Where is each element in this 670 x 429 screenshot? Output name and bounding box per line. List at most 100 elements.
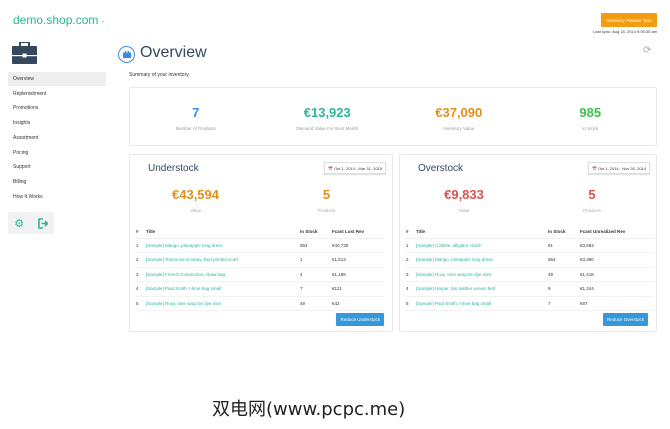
logout-icon[interactable] <box>37 217 48 229</box>
product-link[interactable]: [Sample] Tomorrow is today, Red printed … <box>146 252 300 268</box>
sidebar-item-how-it-works[interactable]: How It Works <box>8 190 106 204</box>
sidebar-icon-bar: ⚙ <box>8 212 54 234</box>
stat-label: Number of Products <box>175 126 216 131</box>
stat-value: €37,090 <box>435 105 483 120</box>
sidebar-item-pricing[interactable]: Pricing <box>8 146 106 160</box>
store-selector[interactable]: demo.shop.com - <box>13 13 104 27</box>
reduce-understock-button[interactable]: Reduce Understock <box>336 313 384 326</box>
table-row: 3 [Sample] Roxy, time warp tie dye mini 49… <box>406 267 654 282</box>
product-link[interactable]: [Sample] Harper, tan leather woven belt <box>416 281 548 297</box>
product-link[interactable]: [Sample] Paul Smith, t-time bag small <box>146 281 300 297</box>
table-cell: 7 <box>300 281 332 297</box>
table-cell: 61 <box>548 238 580 253</box>
products-count: 5 <box>588 187 596 202</box>
column-header: Fcast Lost Rev <box>332 225 384 239</box>
settings-gear-icon[interactable]: ⚙ <box>14 217 24 230</box>
table-cell: €3,390 <box>580 252 654 268</box>
sidebar-item-insights[interactable]: Insights <box>8 116 106 130</box>
table-cell: 7 <box>548 296 580 311</box>
table-row: 5 [Sample] Paul Smith, t-time bag small 7 €… <box>406 296 654 311</box>
sidebar-item-billing[interactable]: Billing <box>8 175 106 189</box>
column-header: In Stock <box>548 225 580 239</box>
table-cell: 4 <box>136 281 146 297</box>
refresh-icon[interactable]: ⟳ <box>643 45 651 56</box>
table-cell: 4 <box>406 281 416 297</box>
table-cell: 1 <box>136 238 146 253</box>
table-cell: 5 <box>136 296 146 311</box>
value-amount: €9,833 <box>444 187 484 202</box>
stat-value: 7 <box>192 105 200 120</box>
table-cell: €3,594 <box>580 238 654 253</box>
brand-name: demo.shop.com <box>13 13 99 27</box>
table-row: 1 [Sample] Collette, alligator clutch 61 €3… <box>406 238 654 253</box>
column-header: Title <box>416 225 548 239</box>
value-label: Value <box>189 208 202 213</box>
table-cell: 5 <box>406 296 416 311</box>
product-link[interactable]: [Sample] Collette, alligator clutch <box>416 238 548 253</box>
sidebar-item-support[interactable]: Support <box>8 160 106 174</box>
summary-stats-card: 7 Number of Products €13,923 Demand Value F… <box>129 87 657 146</box>
table-cell: 2 <box>406 252 416 268</box>
products-label: Products <box>317 208 336 213</box>
column-header: # <box>136 225 146 239</box>
sidebar-item-label: Assortment <box>13 134 39 141</box>
last-sync-text: Last sync: Aug 18, 2014 9:05:35 am <box>593 29 657 34</box>
understock-panel: Understock 📅 Oct 1, 2014 - Mar 31, 2015 €… <box>129 154 393 332</box>
sidebar-item-replenishment[interactable]: Replenishment <box>8 87 106 101</box>
stat-item: 985 In Stock <box>525 88 657 145</box>
table-cell: 9 <box>548 281 580 297</box>
summary-text: Summary of your inventory. <box>129 72 190 78</box>
table-row: 1 [Sample] Mango, pineapple long dress 854… <box>136 238 384 253</box>
sidebar-item-label: Insights <box>13 120 31 127</box>
table-cell: €42 <box>332 296 384 311</box>
stat-value: 985 <box>579 105 602 120</box>
watermark: 双电网(www.pcpc.me) <box>212 399 406 420</box>
date-range-text: Oct 1, 2014 - Nov 30, 2014 <box>597 165 646 171</box>
stat-item: €13,923 Demand Value For Next Month <box>262 88 394 145</box>
table-cell: 49 <box>548 267 580 282</box>
table-row: 2 [Sample] Mango, pineapple long dress 854… <box>406 252 654 268</box>
value-label: Value <box>458 208 470 213</box>
overstock-table: # Title In Stock Fcast Unrealized Rev 1 [Samp… <box>406 225 654 311</box>
table-cell: 1 <box>300 252 332 268</box>
overview-briefcase-icon <box>118 46 135 63</box>
table-row: 4 [Sample] Paul Smith, t-time bag small 7 €… <box>136 281 384 297</box>
sidebar-item-assortment[interactable]: Assortment <box>8 131 106 145</box>
stat-item: €37,090 Inventory Value <box>393 88 525 145</box>
product-link[interactable]: [Sample] French Connection, straw bag <box>146 267 300 282</box>
sidebar-item-overview[interactable]: Overview <box>8 72 106 86</box>
sidebar-item-promotions[interactable]: Promotions <box>8 101 106 115</box>
product-link[interactable]: [Sample] Paul Smith, t-time bag small <box>416 296 548 311</box>
date-range-picker[interactable]: 📅 Oct 1, 2014 - Nov 30, 2014 <box>587 162 650 174</box>
column-header: Title <box>146 225 300 239</box>
table-cell: 854 <box>548 252 580 268</box>
panel-title: Overstock <box>418 163 464 174</box>
product-link[interactable]: [Sample] Roxy, time warp tie dye mini <box>416 267 548 282</box>
product-link[interactable]: [Sample] Mango, pineapple long dress <box>146 238 300 253</box>
sidebar-item-label: Promotions <box>13 105 39 112</box>
table-row: 2 [Sample] Tomorrow is today, Red printed… <box>136 252 384 268</box>
product-link[interactable]: [Sample] Roxy, time warp tie dye mini <box>146 296 300 311</box>
table-cell: €87 <box>580 296 654 311</box>
sidebar-item-label: Pricing <box>13 149 29 156</box>
value-amount: €43,594 <box>172 187 219 202</box>
product-link[interactable]: [Sample] Mango, pineapple long dress <box>416 252 548 268</box>
table-cell: €1,344 <box>580 281 654 297</box>
page-title: Overview <box>140 44 207 61</box>
date-range-text: Oct 1, 2014 - Mar 31, 2015 <box>334 165 382 171</box>
table-cell: €1,188 <box>332 267 384 282</box>
reduce-overstock-button[interactable]: Reduce Overstock <box>602 313 648 326</box>
products-label: Products <box>583 208 601 213</box>
column-header: Fcast Unrealized Rev <box>580 225 654 239</box>
table-cell: €1,513 <box>332 252 384 268</box>
table-cell: 854 <box>300 238 332 253</box>
table-row: 5 [Sample] Roxy, time warp tie dye mini 49… <box>136 296 384 311</box>
inventory-planner-tour-button[interactable]: Inventory Planner Tour <box>601 13 657 27</box>
table-cell: 1 <box>406 238 416 253</box>
sidebar-item-label: Overview <box>13 76 34 82</box>
panel-title: Understock <box>148 163 199 174</box>
sidebar-item-label: Replenishment <box>13 90 47 97</box>
table-cell: €1,418 <box>580 267 654 282</box>
sidebar-item-label: How It Works <box>13 193 43 200</box>
date-range-picker[interactable]: 📅 Oct 1, 2014 - Mar 31, 2015 <box>324 162 386 174</box>
